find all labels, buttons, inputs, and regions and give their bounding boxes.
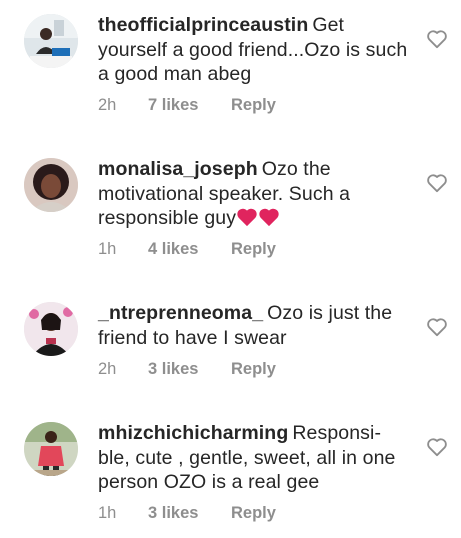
avatar[interactable] <box>24 302 78 356</box>
comment-username[interactable]: monalisa_joseph <box>98 158 258 180</box>
comment-text-block: monalisa_joseph Ozo the motivational spea… <box>98 157 416 231</box>
heart-outline-icon[interactable] <box>426 173 448 193</box>
comment-text-block: _ntreprenneoma_ Ozo is just the friend to… <box>98 301 416 350</box>
heart-outline-icon[interactable] <box>426 437 448 457</box>
comment-username[interactable]: theofficialprinceaustin <box>98 14 308 36</box>
comment-text-block: theofficialprinceaustin Get yourself a go… <box>98 13 416 87</box>
red-heart-emoji <box>259 208 279 227</box>
red-heart-emoji <box>237 208 257 227</box>
heart-outline-icon[interactable] <box>426 29 448 49</box>
reply-button[interactable]: Reply <box>231 96 276 115</box>
avatar[interactable] <box>24 422 78 476</box>
comment-meta: 2h 7 likes Reply <box>98 96 276 115</box>
avatar[interactable] <box>24 14 78 68</box>
reply-button[interactable]: Reply <box>231 360 276 379</box>
comment-time: 1h <box>98 504 117 522</box>
comment-time: 1h <box>98 240 117 258</box>
comment-likes[interactable]: 4 likes <box>148 240 231 259</box>
comment-likes[interactable]: 3 likes <box>148 504 231 523</box>
reply-button[interactable]: Reply <box>231 504 276 523</box>
emoji-hearts <box>236 207 280 229</box>
comment-meta: 1h 3 likes Reply <box>98 504 276 523</box>
comment-likes[interactable]: 3 likes <box>148 360 231 379</box>
heart-outline-icon[interactable] <box>426 317 448 337</box>
reply-button[interactable]: Reply <box>231 240 276 259</box>
comment-meta: 2h 3 likes Reply <box>98 360 276 379</box>
avatar[interactable] <box>24 158 78 212</box>
comment-likes[interactable]: 7 likes <box>148 96 231 115</box>
comment-meta: 1h 4 likes Reply <box>98 240 276 259</box>
comment-text-block: mhizchichicharming Responsi- ble, cute , … <box>98 421 416 495</box>
comment-time: 2h <box>98 96 117 114</box>
comment-username[interactable]: _ntreprenneoma_ <box>98 302 263 324</box>
comment-username[interactable]: mhizchichicharming <box>98 422 288 444</box>
comment-time: 2h <box>98 360 117 378</box>
